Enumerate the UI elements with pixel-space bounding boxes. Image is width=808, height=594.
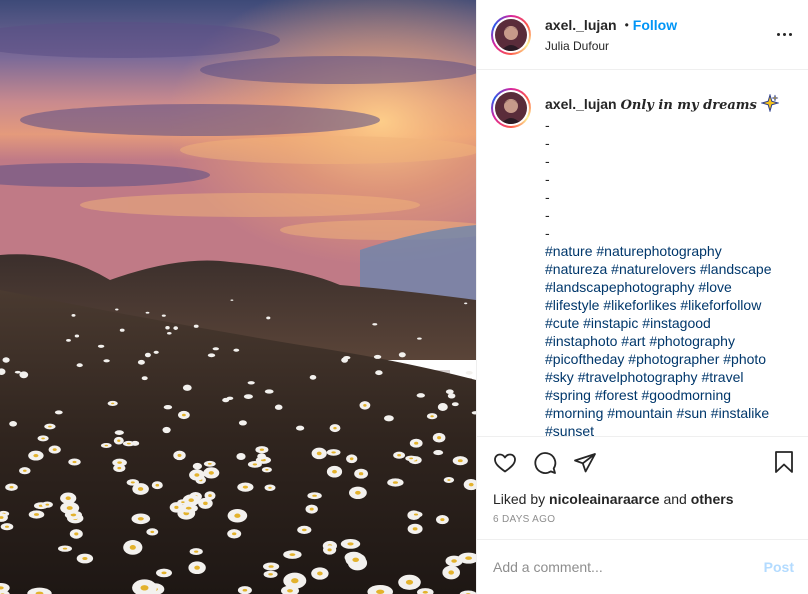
comments-area: axel._lujan Only in my dreams - - - - - - - #na…	[477, 70, 808, 437]
hashtag-line: #picoftheday #photographer #photo	[545, 350, 779, 368]
caption-dash: -	[545, 135, 550, 151]
caption-username[interactable]: axel._lujan	[545, 96, 617, 112]
header-username[interactable]: axel._lujan	[545, 17, 617, 33]
hashtag-link[interactable]: #likeforfollow	[680, 297, 761, 313]
action-bar	[477, 437, 808, 489]
avatar[interactable]	[491, 14, 531, 55]
caption-dash: -	[545, 207, 550, 223]
caption-dash: -	[545, 189, 550, 205]
caption-dash: -	[545, 117, 550, 133]
caption-dash: -	[545, 225, 550, 241]
hashtag-link[interactable]: #travel	[701, 369, 743, 385]
hashtag-list: #nature #naturephotography #natureza #nat…	[545, 242, 779, 436]
likes-user-link[interactable]: nicoleainaraarce	[549, 491, 660, 507]
hashtag-line: #natureza #naturelovers #landscape	[545, 260, 779, 278]
hashtag-line: #landscapephotography #love	[545, 278, 779, 296]
hashtag-line: #sunset	[545, 422, 779, 436]
hashtag-link[interactable]: #photo	[723, 351, 766, 367]
caption: axel._lujan Only in my dreams - - - - - - - #na…	[491, 88, 792, 436]
hashtag-link[interactable]: #instapic	[583, 315, 638, 331]
hashtag-link[interactable]: #sun	[677, 405, 707, 421]
likes-joiner: and	[663, 491, 687, 507]
hashtag-link[interactable]: #lifestyle	[545, 297, 599, 313]
sunset-daisy-photo	[0, 0, 476, 594]
hashtag-link[interactable]: #cute	[545, 315, 579, 331]
hashtag-link[interactable]: #photography	[649, 333, 735, 349]
avatar-image	[495, 18, 527, 51]
caption-body: axel._lujan Only in my dreams - - - - - - - #na…	[545, 88, 780, 436]
hashtag-link[interactable]: #love	[698, 279, 731, 295]
hashtag-link[interactable]: #instagood	[642, 315, 711, 331]
hashtag-link[interactable]: #naturephotography	[596, 243, 721, 259]
separator-dot: •	[624, 17, 629, 32]
hashtag-line: #spring #forest #goodmorning	[545, 386, 779, 404]
hashtag-link[interactable]: #forest	[595, 387, 638, 403]
post-side-panel: axel._lujan • Follow Julia Dufour axel._…	[476, 0, 808, 594]
instagram-post: axel._lujan • Follow Julia Dufour axel._…	[0, 0, 808, 594]
hashtag-line: #sky #travelphotography #travel	[545, 368, 779, 386]
header-text: axel._lujan • Follow Julia Dufour	[545, 17, 677, 53]
location-link[interactable]: Julia Dufour	[545, 39, 677, 53]
more-options-icon[interactable]	[774, 26, 794, 42]
hashtag-link[interactable]: #sky	[545, 369, 574, 385]
likes-others-link[interactable]: others	[691, 491, 734, 507]
comment-input[interactable]	[493, 559, 764, 575]
hashtag-link[interactable]: #art	[621, 333, 645, 349]
caption-dashes: - - - - - - -	[545, 116, 779, 242]
hashtag-link[interactable]: #photographer	[628, 351, 719, 367]
post-photo[interactable]	[0, 0, 476, 594]
comment-icon[interactable]	[533, 451, 557, 475]
hashtag-link[interactable]: #goodmorning	[642, 387, 732, 403]
post-header: axel._lujan • Follow Julia Dufour	[477, 0, 808, 70]
sparkles-icon	[760, 93, 780, 116]
hashtag-link[interactable]: #naturelovers	[611, 261, 696, 277]
caption-dash: -	[545, 171, 550, 187]
hashtag-line: #morning #mountain #sun #instalike	[545, 404, 779, 422]
comment-bar: Post	[477, 539, 808, 594]
caption-avatar[interactable]	[491, 88, 531, 128]
hashtag-link[interactable]: #instaphoto	[545, 333, 617, 349]
hashtag-link[interactable]: #landscape	[700, 261, 772, 277]
hashtag-link[interactable]: #picoftheday	[545, 351, 624, 367]
hashtag-link[interactable]: #mountain	[607, 405, 672, 421]
post-comment-button[interactable]: Post	[764, 559, 794, 575]
hashtag-line: #cute #instapic #instagood	[545, 314, 779, 332]
hashtag-link[interactable]: #nature	[545, 243, 592, 259]
hashtag-line: #instaphoto #art #photography	[545, 332, 779, 350]
hashtag-link[interactable]: #instalike	[711, 405, 769, 421]
bookmark-icon[interactable]	[772, 450, 796, 474]
hashtag-link[interactable]: #likeforlikes	[603, 297, 676, 313]
likes-summary: Liked by nicoleainaraarce and others	[477, 489, 808, 509]
follow-button[interactable]: Follow	[633, 17, 677, 33]
likes-prefix: Liked by	[493, 491, 546, 507]
heart-icon[interactable]	[493, 451, 517, 475]
hashtag-line: #nature #naturephotography	[545, 242, 779, 260]
hashtag-link[interactable]: #landscapephotography	[545, 279, 694, 295]
caption-avatar-image	[495, 92, 527, 124]
hashtag-link[interactable]: #travelphotography	[578, 369, 698, 385]
hashtag-link[interactable]: #morning	[545, 405, 603, 421]
share-icon[interactable]	[573, 451, 597, 475]
hashtag-line: #lifestyle #likeforlikes #likeforfollow	[545, 296, 779, 314]
post-timestamp[interactable]: 6 DAYS AGO	[477, 511, 808, 539]
caption-title: Only in my dreams	[620, 98, 757, 113]
caption-dash: -	[545, 153, 550, 169]
hashtag-link[interactable]: #spring	[545, 387, 591, 403]
hashtag-link[interactable]: #natureza	[545, 261, 607, 277]
hashtag-link[interactable]: #sunset	[545, 423, 594, 436]
